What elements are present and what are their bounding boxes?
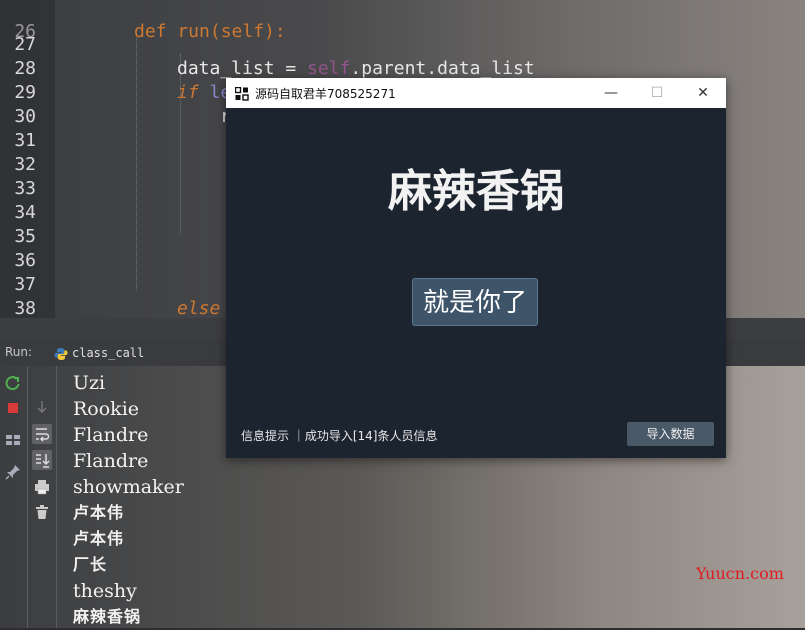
rerun-icon[interactable]: [4, 374, 22, 392]
print-icon[interactable]: [33, 478, 51, 496]
maximize-button[interactable]: ☐: [634, 78, 680, 108]
stop-icon[interactable]: [4, 399, 22, 417]
window-titlebar[interactable]: 源码自取君羊708525271 — ☐ ✕: [226, 78, 726, 108]
app-window: 源码自取君羊708525271 — ☐ ✕ 麻辣香锅 就是你了 信息提示 ｜成功…: [226, 78, 726, 458]
app-icon: [234, 86, 249, 101]
console-output-line: 厂长: [73, 555, 108, 574]
scroll-to-end-icon[interactable]: [32, 450, 52, 470]
console-output-line: Flandre: [73, 450, 149, 472]
console-output-line: Rookie: [73, 398, 140, 420]
window-title: 源码自取君羊708525271: [255, 87, 396, 101]
code-line: 28 if len(data_list) >= 1:: [0, 33, 805, 103]
console-output-line: showmaker: [73, 476, 184, 498]
layout-icon[interactable]: [4, 431, 22, 449]
import-data-button[interactable]: 导入数据: [627, 422, 714, 446]
console-output-line: Uzi: [73, 372, 106, 394]
pin-icon[interactable]: [4, 463, 22, 481]
status-message: 信息提示 ｜成功导入[14]条人员信息: [241, 429, 438, 443]
run-label: Run:: [5, 345, 33, 359]
arrow-down-icon[interactable]: [33, 398, 51, 416]
console-output-line: theshy: [73, 580, 137, 602]
run-tab-label: class_call: [72, 346, 145, 360]
toolbar-divider: [27, 366, 28, 628]
pick-button[interactable]: 就是你了: [412, 278, 538, 326]
code-line: 27 data_list = self.parent.data_list: [0, 9, 805, 79]
minimize-button[interactable]: —: [588, 78, 634, 108]
selected-name: 麻辣香锅: [388, 166, 564, 217]
close-button[interactable]: ✕: [680, 78, 726, 108]
console-output-line: Flandre: [73, 424, 149, 446]
console-output-line: 卢本伟: [73, 529, 125, 548]
trash-icon[interactable]: [33, 503, 51, 521]
soft-wrap-icon[interactable]: [32, 424, 52, 444]
console-output-line: 麻辣香锅: [73, 607, 142, 626]
console-output-line: 卢本伟: [73, 503, 125, 522]
watermark: Yuucn.com: [696, 564, 784, 583]
tab-class-call[interactable]: class_call: [50, 340, 168, 368]
run-toolbar-left: [0, 366, 26, 628]
python-icon: [54, 346, 68, 360]
console-divider: [56, 366, 57, 628]
run-toolbar-right: [29, 366, 55, 628]
